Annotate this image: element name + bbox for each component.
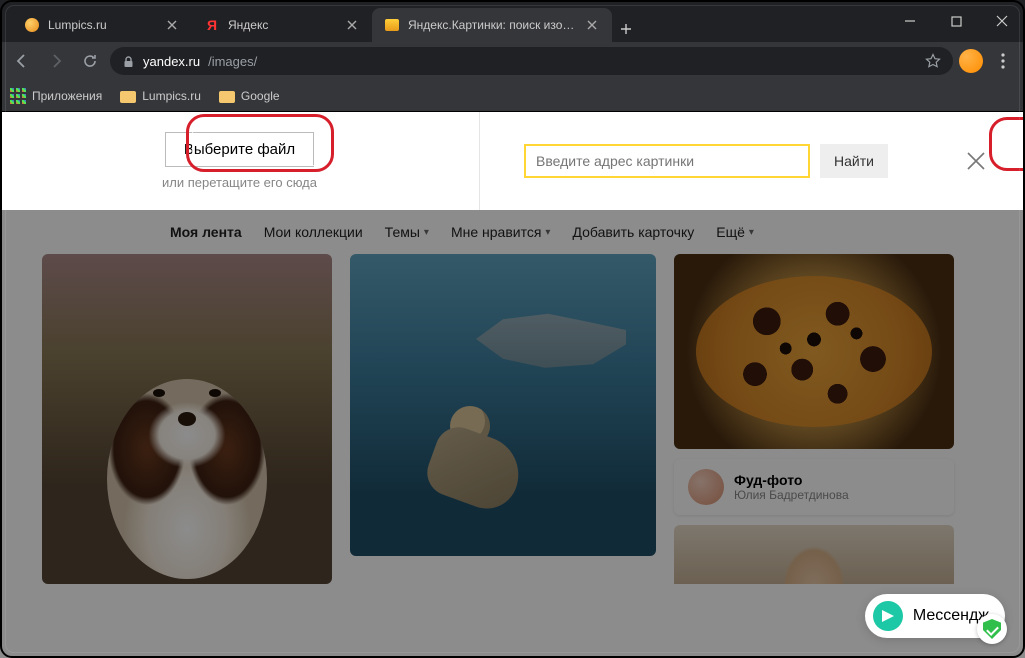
category-nav: Моя лента Мои коллекции Темы▾ Мне нравит… <box>0 210 1025 254</box>
nav-likes[interactable]: Мне нравится▾ <box>451 224 551 240</box>
tab-title: Яндекс.Картинки: поиск изобра <box>408 18 576 32</box>
tab-title: Яндекс <box>228 18 336 32</box>
window-controls <box>887 0 1025 42</box>
nav-add-card[interactable]: Добавить карточку <box>572 224 694 240</box>
upload-drop-zone[interactable]: Выберите файл или перетащите его сюда <box>0 112 480 210</box>
close-icon[interactable] <box>164 17 180 33</box>
nav-more[interactable]: Ещё▾ <box>716 224 754 240</box>
messenger-icon <box>873 601 903 631</box>
back-button[interactable] <box>8 47 36 75</box>
image-gallery: Фуд-фото Юлия Бадретдинова <box>0 254 1025 584</box>
nav-collections[interactable]: Мои коллекции <box>264 224 363 240</box>
page-content: Выберите файл или перетащите его сюда На… <box>0 112 1025 658</box>
bookmark-apps[interactable]: Приложения <box>10 88 102 104</box>
collection-author-card[interactable]: Фуд-фото Юлия Бадретдинова <box>674 459 954 515</box>
apps-icon <box>10 88 26 104</box>
tab-title: Lumpics.ru <box>48 18 156 32</box>
tab-yandex-images[interactable]: Яндекс.Картинки: поиск изобра <box>372 8 612 42</box>
chevron-down-icon: ▾ <box>545 227 550 238</box>
nav-topics[interactable]: Темы▾ <box>385 224 429 240</box>
bookmark-label: Приложения <box>32 89 102 103</box>
profile-avatar[interactable] <box>959 49 983 73</box>
tab-lumpics[interactable]: Lumpics.ru <box>12 8 192 42</box>
folder-icon <box>219 91 235 103</box>
find-button[interactable]: Найти <box>820 144 888 178</box>
close-panel-button[interactable] <box>963 148 989 174</box>
star-icon[interactable] <box>925 53 941 69</box>
image-url-input[interactable] <box>524 144 810 178</box>
gallery-card-dog[interactable] <box>42 254 332 584</box>
gallery-card-portrait[interactable] <box>674 525 954 584</box>
omnibox[interactable]: yandex.ru/images/ <box>110 47 953 75</box>
bookmark-label: Google <box>241 89 280 103</box>
avatar <box>688 469 724 505</box>
yandex-y-icon: Я <box>204 17 220 33</box>
reload-button[interactable] <box>76 47 104 75</box>
bookmark-label: Lumpics.ru <box>142 89 201 103</box>
author-name: Юлия Бадретдинова <box>734 488 849 502</box>
shield-icon <box>983 619 1001 639</box>
url-search-zone: Найти <box>480 112 1025 210</box>
chevron-down-icon: ▾ <box>424 227 429 238</box>
address-bar: yandex.ru/images/ <box>0 42 1025 80</box>
chevron-down-icon: ▾ <box>749 227 754 238</box>
browser-tabs: Lumpics.ru Я Яндекс Яндекс.Картинки: пои… <box>0 0 887 42</box>
gallery-card-pizza[interactable] <box>674 254 954 449</box>
close-icon[interactable] <box>344 17 360 33</box>
bookmark-google[interactable]: Google <box>219 89 280 103</box>
url-path: /images/ <box>208 54 257 69</box>
security-badge[interactable] <box>977 614 1007 644</box>
url-host: yandex.ru <box>143 54 200 69</box>
window-titlebar: Lumpics.ru Я Яндекс Яндекс.Картинки: пои… <box>0 0 1025 42</box>
maximize-button[interactable] <box>933 0 979 42</box>
close-window-button[interactable] <box>979 0 1025 42</box>
annotation-highlight <box>989 117 1025 171</box>
lock-icon <box>122 55 135 68</box>
bookmark-lumpics[interactable]: Lumpics.ru <box>120 89 201 103</box>
yandex-images-icon <box>384 17 400 33</box>
nav-feed[interactable]: Моя лента <box>170 224 242 240</box>
forward-button[interactable] <box>42 47 70 75</box>
browser-menu-button[interactable] <box>989 53 1017 69</box>
close-icon[interactable] <box>584 17 600 33</box>
collection-title: Фуд-фото <box>734 472 849 488</box>
new-tab-button[interactable] <box>612 16 640 42</box>
bookmarks-bar: Приложения Lumpics.ru Google <box>0 80 1025 112</box>
orange-dot-icon <box>24 17 40 33</box>
minimize-button[interactable] <box>887 0 933 42</box>
tab-yandex[interactable]: Я Яндекс <box>192 8 372 42</box>
drag-hint-text: или перетащите его сюда <box>162 175 317 190</box>
gallery-card-shark[interactable] <box>350 254 656 556</box>
folder-icon <box>120 91 136 103</box>
choose-file-button[interactable]: Выберите файл <box>165 132 314 167</box>
image-search-panel: Выберите файл или перетащите его сюда На… <box>0 112 1025 210</box>
